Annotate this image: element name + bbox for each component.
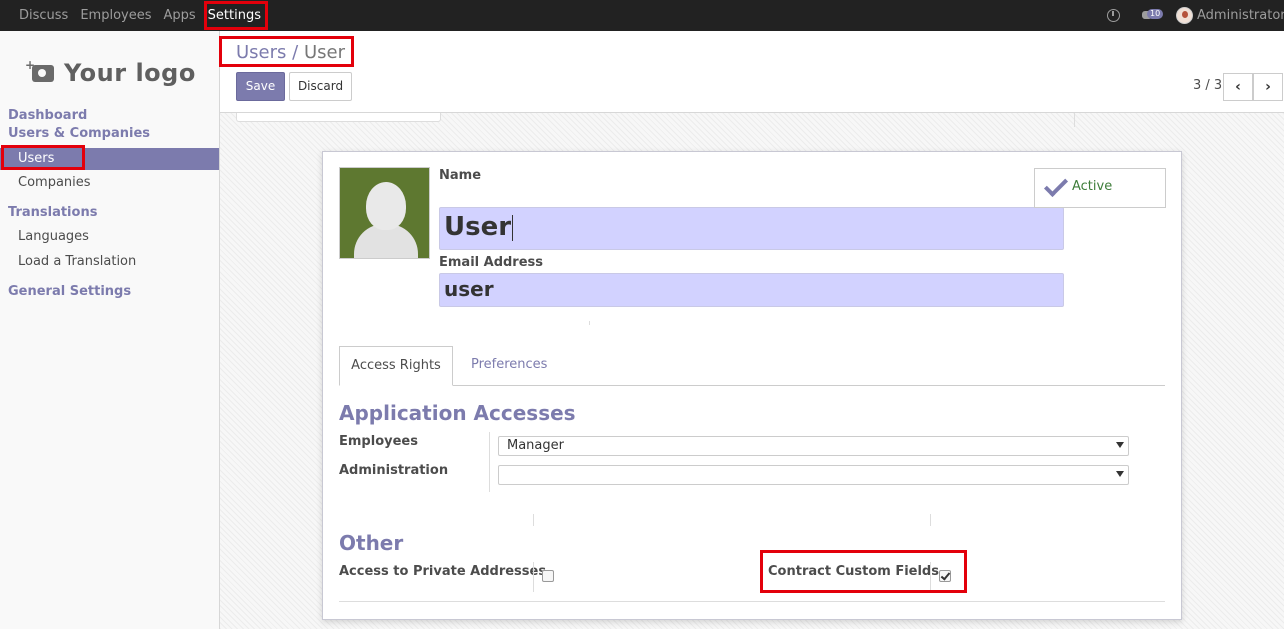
administration-label: Administration bbox=[339, 463, 449, 478]
name-value: User bbox=[444, 212, 512, 242]
statusbar-remnant bbox=[236, 113, 441, 122]
user-menu[interactable]: Administrator bbox=[1197, 8, 1284, 23]
sidebar-item-languages[interactable]: Languages bbox=[18, 229, 89, 244]
group-divider bbox=[533, 514, 534, 526]
sidebar: + Your logo Dashboard Users & Companies … bbox=[0, 31, 220, 629]
pager-previous-button[interactable]: ‹ bbox=[1223, 73, 1253, 101]
company-logo[interactable]: + Your logo bbox=[22, 49, 200, 97]
private-addresses-checkbox[interactable] bbox=[542, 570, 554, 582]
sidebar-item-dashboard[interactable]: Dashboard bbox=[8, 108, 87, 123]
employees-label: Employees bbox=[339, 434, 418, 449]
messaging-icon[interactable]: 10 bbox=[1142, 9, 1164, 22]
email-input[interactable]: user bbox=[439, 273, 1064, 307]
pager-next-button[interactable]: › bbox=[1253, 73, 1283, 101]
group-divider bbox=[930, 514, 931, 526]
contract-fields-highlight-box bbox=[760, 550, 967, 593]
chevron-left-icon: ‹ bbox=[1235, 79, 1241, 95]
message-count-badge: 10 bbox=[1147, 9, 1164, 19]
tab-bar-line bbox=[339, 385, 1165, 386]
chevron-right-icon: › bbox=[1265, 79, 1271, 95]
active-toggle-button[interactable]: Active bbox=[1034, 168, 1166, 208]
logo-text: Your logo bbox=[64, 59, 196, 87]
systray: 10 Administrator bbox=[1107, 0, 1284, 31]
discard-button[interactable]: Discard bbox=[289, 72, 352, 101]
name-label: Name bbox=[439, 168, 482, 183]
administration-select[interactable] bbox=[498, 465, 1129, 485]
sidebar-section-users-companies[interactable]: Users & Companies bbox=[8, 126, 150, 141]
placeholder-head-icon bbox=[366, 182, 406, 230]
menu-apps[interactable]: Apps bbox=[158, 0, 202, 31]
user-photo[interactable] bbox=[339, 167, 430, 259]
sidebar-item-companies[interactable]: Companies bbox=[18, 175, 91, 190]
label-divider bbox=[533, 562, 534, 592]
menu-employees[interactable]: Employees bbox=[74, 0, 157, 31]
text-caret bbox=[512, 214, 514, 241]
other-title: Other bbox=[339, 531, 404, 555]
employees-select[interactable]: Manager bbox=[498, 436, 1129, 456]
menu-discuss[interactable]: Discuss bbox=[13, 0, 74, 31]
private-addresses-label: Access to Private Addresses bbox=[339, 564, 547, 579]
sidebar-section-translations[interactable]: Translations bbox=[8, 205, 97, 220]
pager-value: 3 / 3 bbox=[1193, 78, 1223, 93]
users-highlight-box bbox=[1, 145, 85, 170]
sheet-bottom-divider bbox=[339, 601, 1165, 602]
active-label: Active bbox=[1072, 179, 1113, 194]
dropdown-arrow-icon bbox=[1116, 442, 1124, 448]
application-accesses-title: Application Accesses bbox=[339, 401, 576, 425]
dropdown-arrow-icon bbox=[1116, 471, 1124, 477]
user-avatar[interactable] bbox=[1176, 7, 1193, 24]
statusbar-divider bbox=[1074, 113, 1075, 127]
activity-clock-icon[interactable] bbox=[1107, 9, 1120, 22]
camera-icon: + bbox=[25, 58, 54, 82]
name-input[interactable]: User bbox=[439, 207, 1064, 250]
employees-value: Manager bbox=[507, 438, 564, 453]
sidebar-item-load-translation[interactable]: Load a Translation bbox=[18, 254, 136, 269]
tab-preferences[interactable]: Preferences bbox=[471, 357, 547, 372]
tab-access-rights[interactable]: Access Rights bbox=[339, 346, 453, 386]
top-navbar: Discuss Employees Apps Settings 10 Admin… bbox=[0, 0, 1284, 31]
sidebar-item-general-settings[interactable]: General Settings bbox=[8, 284, 131, 299]
label-divider bbox=[489, 432, 490, 492]
save-button[interactable]: Save bbox=[236, 72, 285, 101]
checkmark-icon bbox=[1044, 181, 1064, 193]
settings-highlight-box bbox=[204, 1, 268, 30]
breadcrumb-highlight-box bbox=[219, 36, 354, 67]
field-divider bbox=[589, 321, 590, 325]
email-label: Email Address bbox=[439, 255, 544, 270]
